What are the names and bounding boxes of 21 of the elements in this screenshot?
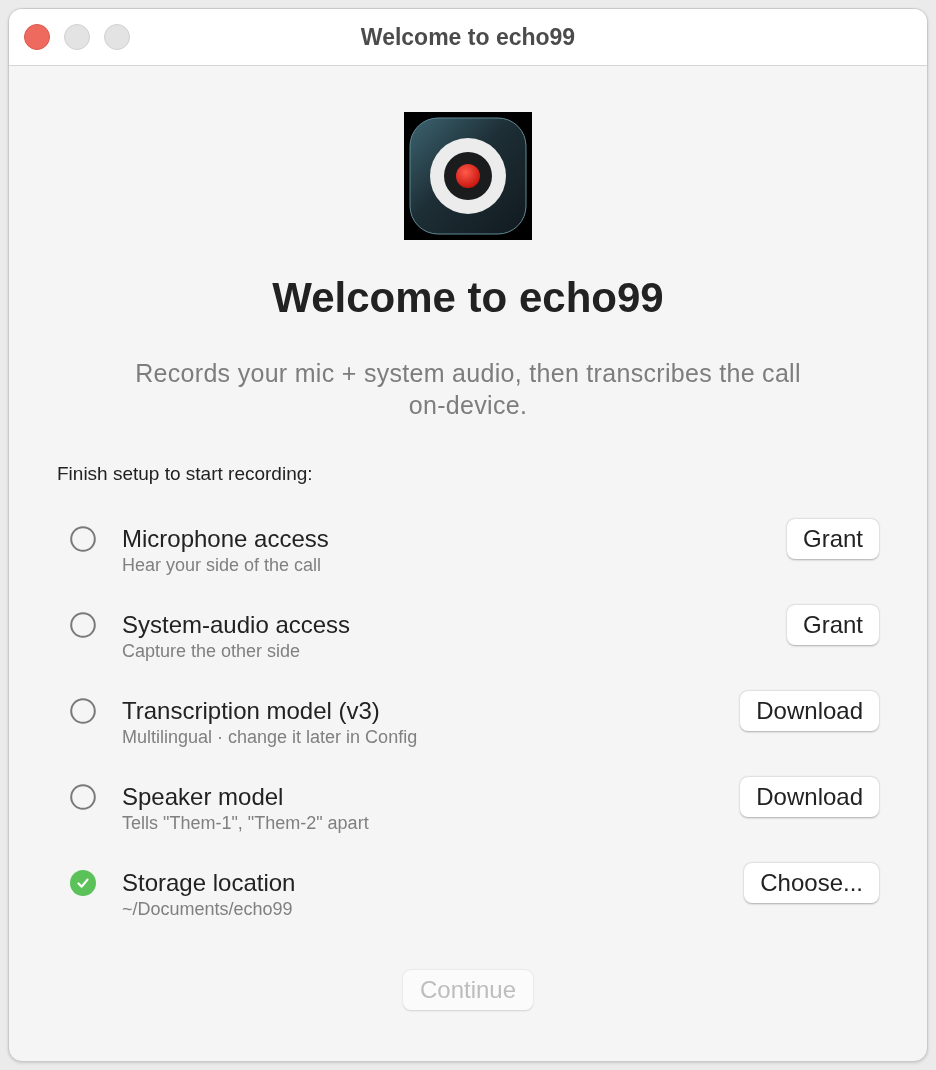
close-window-control[interactable] bbox=[24, 24, 50, 50]
setup-item-title: Speaker model bbox=[122, 782, 285, 812]
setup-action-button[interactable]: Download bbox=[740, 691, 879, 731]
setup-item-detail: ~/Documents/echo99 bbox=[122, 898, 294, 920]
setup-action-button[interactable]: Grant bbox=[786, 605, 879, 645]
record-app-icon bbox=[404, 112, 532, 240]
setup-item-title: Transcription model (v3) bbox=[122, 696, 381, 726]
setup-item-detail: Tells "Them-1", "Them-2" apart bbox=[122, 812, 370, 834]
setup-label: Finish setup to start recording: bbox=[57, 462, 313, 486]
setup-item-title: Microphone access bbox=[122, 524, 330, 554]
setup-item-title: Storage location bbox=[122, 868, 297, 898]
setup-item-detail: Multilingual · change it later in Config bbox=[122, 726, 419, 748]
setup-item-detail: Hear your side of the call bbox=[122, 554, 323, 576]
setup-item-detail: Capture the other side bbox=[122, 640, 302, 662]
setup-item-title: System-audio access bbox=[122, 610, 352, 640]
setup-action-button[interactable]: Download bbox=[740, 777, 879, 817]
window-title: Welcome to echo99 bbox=[360, 22, 576, 52]
setup-action-button[interactable]: Choose... bbox=[744, 863, 879, 903]
intro-text: Records your mic + system audio, then transcribes the call on-device. bbox=[134, 358, 802, 421]
welcome-heading: Welcome to echo99 bbox=[271, 273, 665, 323]
setup-action-button[interactable]: Grant bbox=[786, 519, 879, 559]
